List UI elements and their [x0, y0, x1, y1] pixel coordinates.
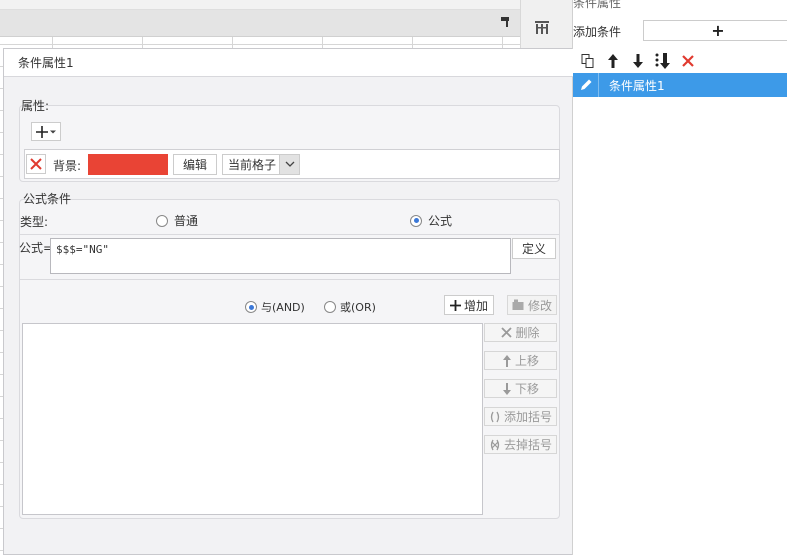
- radio-unchecked-icon: [324, 301, 336, 313]
- type-normal-label: 普通: [174, 214, 199, 228]
- plus-icon: [36, 125, 48, 138]
- radio-checked-icon: [245, 301, 257, 313]
- formula-section-title: 公式条件: [23, 192, 72, 206]
- formula-label: 公式=: [19, 241, 54, 255]
- define-button[interactable]: 定义: [512, 238, 556, 259]
- move-up-button[interactable]: 上移: [484, 351, 557, 370]
- background-label: 背景:: [53, 159, 82, 173]
- divider: [19, 279, 560, 280]
- add-bracket-button[interactable]: 添加括号: [484, 407, 557, 426]
- move-to-bottom-icon[interactable]: [654, 52, 672, 70]
- delete-condition-icon[interactable]: [679, 52, 697, 70]
- add-condition-button[interactable]: +: [643, 20, 787, 41]
- add-label: 增加: [463, 298, 488, 313]
- divider: [19, 234, 560, 235]
- chevron-down-icon: [50, 130, 56, 133]
- and-radio[interactable]: 与(AND): [245, 299, 305, 315]
- and-label: 与(AND): [261, 301, 305, 314]
- radio-checked-icon: [410, 214, 422, 227]
- sheet-toolbar: [0, 10, 520, 37]
- add-property-button[interactable]: [31, 122, 61, 141]
- delete-label: 删除: [515, 326, 540, 340]
- modify-button[interactable]: 修改: [507, 295, 557, 315]
- formula-input[interactable]: $$$="NG": [50, 238, 511, 274]
- modify-label: 修改: [527, 298, 552, 313]
- edit-pencil-icon[interactable]: [573, 73, 599, 97]
- add-condition-label: 添加条件: [573, 25, 622, 39]
- scope-select[interactable]: 当前格子: [222, 154, 300, 175]
- type-formula-radio[interactable]: 公式: [410, 212, 452, 229]
- condition-panel-title: 条件属性: [573, 0, 622, 10]
- plus-icon: [449, 299, 461, 311]
- scope-select-value: 当前格子: [228, 158, 277, 172]
- remove-bracket-button[interactable]: 去掉括号: [484, 435, 557, 454]
- type-normal-radio[interactable]: 普通: [156, 212, 198, 229]
- dialog-title: 条件属性1: [18, 56, 74, 70]
- condition-list-item-label: 条件属性1: [609, 78, 665, 93]
- remove-bracket-icon: [490, 439, 500, 450]
- move-down-button[interactable]: 下移: [484, 379, 557, 398]
- format-painter-icon[interactable]: [500, 16, 512, 28]
- remove-bracket-label: 去掉括号: [503, 438, 552, 452]
- or-radio[interactable]: 或(OR): [324, 299, 376, 315]
- edit-background-button[interactable]: 编辑: [173, 154, 217, 175]
- arrow-down-icon: [502, 382, 511, 395]
- move-down-icon[interactable]: [629, 52, 647, 70]
- move-down-label: 下移: [514, 382, 539, 396]
- radio-unchecked-icon: [156, 214, 168, 227]
- condition-list-item[interactable]: 条件属性1: [573, 73, 787, 97]
- or-label: 或(OR): [340, 301, 376, 314]
- move-up-label: 上移: [514, 354, 539, 368]
- dialog-title-bar: 条件属性1: [4, 49, 573, 77]
- condition-toolbar: [579, 50, 697, 72]
- copy-icon[interactable]: [579, 52, 597, 70]
- grid-table-icon[interactable]: [533, 18, 551, 36]
- arrow-up-icon: [502, 354, 511, 367]
- delete-button[interactable]: 删除: [484, 323, 557, 342]
- top-bar: [0, 0, 520, 10]
- condition-panel: 条件属性 添加条件 + 条件属性1: [572, 0, 787, 555]
- bracket-icon: [490, 411, 500, 422]
- close-icon: [30, 158, 42, 170]
- background-color-swatch[interactable]: [88, 154, 168, 175]
- type-label: 类型:: [20, 215, 49, 229]
- condition-list-box[interactable]: [22, 323, 483, 515]
- close-icon: [501, 327, 513, 338]
- modify-icon: [512, 299, 524, 310]
- type-formula-label: 公式: [428, 214, 453, 228]
- add-bracket-label: 添加括号: [503, 410, 552, 424]
- property-section-title: 属性:: [21, 99, 50, 113]
- move-up-icon[interactable]: [604, 52, 622, 70]
- add-condition-row-button[interactable]: 增加: [444, 295, 494, 315]
- chevron-down-icon: [279, 155, 299, 174]
- remove-background-button[interactable]: [26, 154, 46, 174]
- condition-property-dialog: 条件属性1 属性: 背景: 编辑 当前格子 公式条件 类型: 普通 公式 公式=…: [3, 48, 573, 555]
